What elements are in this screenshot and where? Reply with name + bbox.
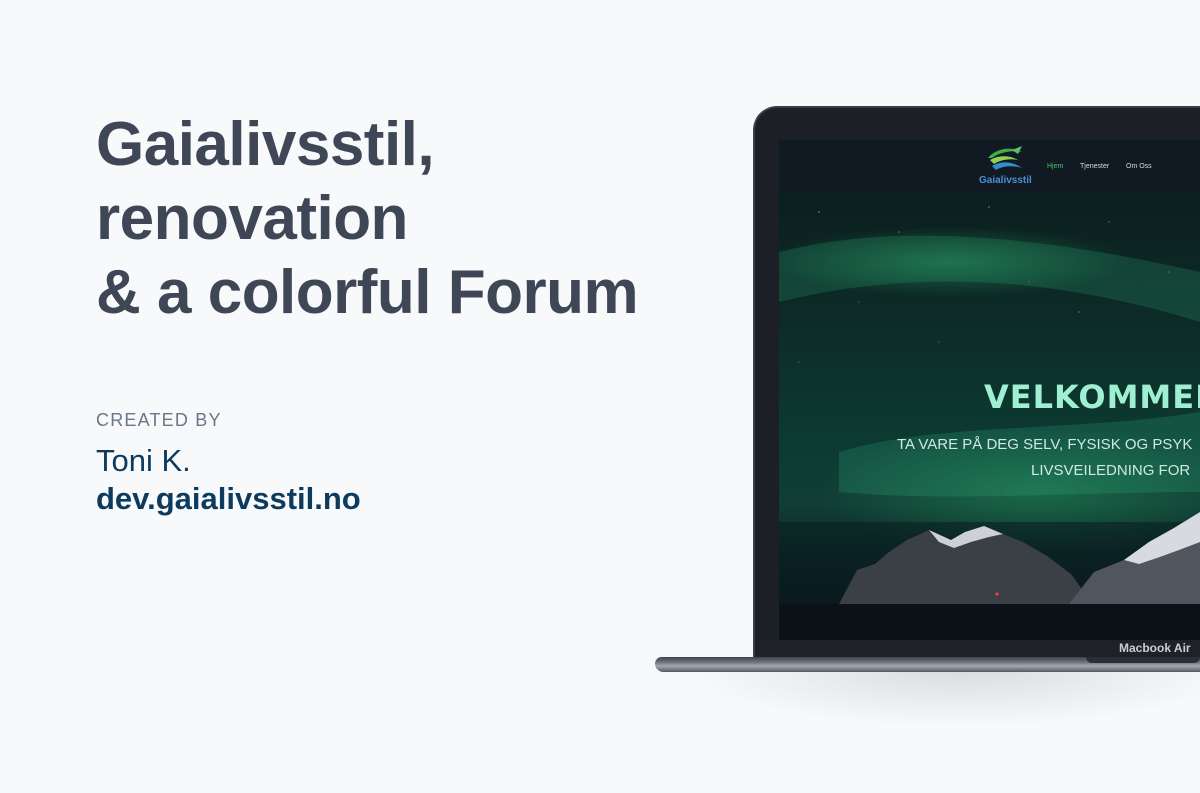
credits-label: CREATED BY [96,410,222,430]
nav-link-om-oss[interactable]: Om Oss [1126,163,1152,170]
gaialivsstil-logo-icon [988,146,1022,170]
headline: Gaialivsstil, renovation & a colorful Fo… [96,108,696,330]
aurora-landscape-image [779,206,1200,640]
laptop-model-label: Macbook Air [1119,641,1191,655]
laptop-shadow [680,668,1200,728]
laptop-hinge-notch [1086,657,1200,663]
site-navbar: Gaialivsstil Hjem Tjenester Om Oss [779,140,1200,192]
author-name: Toni K. [96,443,191,478]
project-url[interactable]: dev.gaialivsstil.no [96,481,361,517]
hero-subtitle-line-1: TA VARE PÅ DEG SELV, FYSISK OG PSYK [897,436,1193,453]
headline-line-1: Gaialivsstil, [96,110,435,179]
nav-link-tjenester[interactable]: Tjenester [1080,163,1109,170]
hero-subtitle-line-2: LIVSVEILEDNING FOR [1031,462,1191,479]
headline-line-2: renovation [96,184,408,253]
hero-section: VELKOMMEN TA VARE PÅ DEG SELV, FYSISK OG… [779,192,1200,640]
hero-title: VELKOMMEN [984,378,1200,416]
site-logo-text: Gaialivsstil [979,175,1032,186]
credits: CREATED BY Toni K. dev.gaialivsstil.no [96,410,361,517]
laptop-screen: Gaialivsstil Hjem Tjenester Om Oss VELKO… [779,140,1200,640]
headline-line-3: & a colorful Forum [96,258,639,327]
nav-link-hjem[interactable]: Hjem [1047,163,1063,170]
